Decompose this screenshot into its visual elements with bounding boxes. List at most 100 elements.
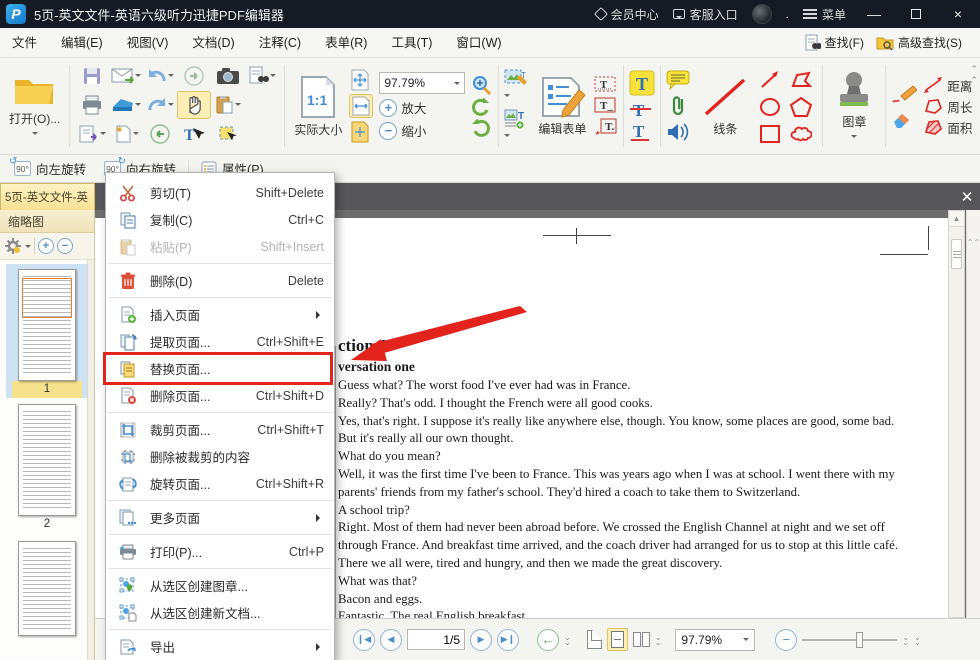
- rectangle-tool-button[interactable]: [756, 120, 784, 148]
- add-content-button[interactable]: T: [504, 109, 530, 143]
- previous-view-button[interactable]: [143, 120, 177, 148]
- view-history-caret-icon[interactable]: ⌄⌄: [564, 635, 571, 645]
- member-center-button[interactable]: 会员中心: [596, 6, 659, 23]
- line-tool-button[interactable]: 线条: [698, 75, 752, 138]
- single-page-mode-button[interactable]: [587, 630, 602, 649]
- context-item-crop-pages[interactable]: 裁剪页面... Ctrl+Shift+T: [106, 416, 334, 443]
- thumbnail-options-caret-icon[interactable]: [25, 245, 31, 251]
- previous-page-button[interactable]: ◀: [380, 629, 402, 651]
- context-item-create-document-from-selection[interactable]: 从选区创建新文档...: [106, 599, 334, 626]
- zoom-slider[interactable]: [802, 639, 897, 641]
- zoom-slider-thumb[interactable]: [856, 632, 863, 648]
- print-button[interactable]: [75, 91, 109, 119]
- select-text-button[interactable]: T: [177, 120, 211, 148]
- fit-page-button[interactable]: [349, 68, 373, 92]
- facing-page-mode-button[interactable]: [633, 632, 650, 647]
- cloud-tool-button[interactable]: [787, 120, 815, 148]
- snapshot-button[interactable]: [211, 62, 245, 90]
- fit-width-button[interactable]: [349, 94, 373, 118]
- actual-size-button[interactable]: 1:1 实际大小: [290, 74, 346, 139]
- thumbnail-page-1[interactable]: 1: [6, 264, 88, 398]
- polyline-tool-button[interactable]: [787, 66, 815, 94]
- page-mode-caret-icon[interactable]: ⌄⌄: [655, 635, 662, 645]
- context-item-delete-cropped-content[interactable]: 删除被裁剪的内容: [106, 443, 334, 470]
- context-item-replace-pages[interactable]: 替换页面...: [106, 355, 334, 382]
- maximize-button[interactable]: [902, 6, 930, 22]
- support-button[interactable]: 客服入口: [673, 6, 738, 23]
- fit-visible-button[interactable]: [349, 120, 373, 144]
- slider-zoom-out-button[interactable]: −: [775, 629, 797, 651]
- previous-view-button-status[interactable]: ←: [537, 629, 559, 651]
- marquee-zoom-button[interactable]: [471, 75, 493, 95]
- zoom-level-combo[interactable]: 97.79%: [379, 72, 465, 94]
- app-menu-button[interactable]: 菜单: [803, 6, 846, 23]
- underline-text-button[interactable]: T: [629, 122, 655, 142]
- highlight-text-button[interactable]: T: [629, 70, 655, 96]
- email-button[interactable]: [109, 62, 143, 90]
- menu-comment[interactable]: 注释(C): [247, 28, 313, 58]
- thumbnail-page-3[interactable]: [6, 541, 88, 636]
- status-caret-2-icon[interactable]: ⌄⌄: [914, 635, 921, 645]
- thumbnail-zoom-in-button[interactable]: +: [38, 238, 54, 254]
- audio-comment-button[interactable]: [666, 122, 692, 142]
- advanced-find-button[interactable]: 高级查找(S): [872, 32, 966, 53]
- menu-view[interactable]: 视图(V): [115, 28, 181, 58]
- menu-form[interactable]: 表单(R): [313, 28, 379, 58]
- context-item-print[interactable]: 打印(P)... Ctrl+P: [106, 538, 334, 565]
- next-page-button[interactable]: ▶: [470, 629, 492, 651]
- thumbnail-zoom-out-button[interactable]: −: [57, 238, 73, 254]
- paste-clipboard-button[interactable]: [211, 91, 245, 119]
- textbox-tool-button[interactable]: T: [594, 76, 618, 94]
- toolbar-collapse-icon[interactable]: ⌃⌃: [970, 64, 976, 86]
- scrollbar-thumb[interactable]: [951, 239, 962, 269]
- last-page-button[interactable]: ▶❙: [497, 629, 519, 651]
- attach-file-button[interactable]: [671, 95, 687, 117]
- new-document-button[interactable]: ✷: [109, 120, 143, 148]
- page-number-input[interactable]: [407, 629, 465, 650]
- document-scrollbar[interactable]: ▲: [948, 210, 965, 618]
- scan-button[interactable]: [109, 91, 143, 119]
- user-avatar[interactable]: [752, 4, 772, 24]
- status-zoom-combo[interactable]: 97.79%: [675, 629, 755, 651]
- search-document-button[interactable]: [245, 62, 279, 90]
- context-item-extract-pages[interactable]: 提取页面... Ctrl+Shift+E: [106, 328, 334, 355]
- context-item-create-stamp-from-selection[interactable]: 从选区创建图章...: [106, 572, 334, 599]
- select-annotation-button[interactable]: [211, 120, 245, 148]
- measure-area-button[interactable]: 面积: [923, 118, 972, 137]
- save-button[interactable]: [75, 62, 109, 90]
- menu-edit[interactable]: 编辑(E): [49, 28, 115, 58]
- thumbnail-page-2[interactable]: 2: [6, 404, 88, 533]
- pencil-tool-button[interactable]: [891, 84, 917, 104]
- context-item-copy[interactable]: 复制(C) Ctrl+C: [106, 206, 334, 233]
- edit-form-button[interactable]: 编辑表单: [534, 75, 590, 138]
- undo-button[interactable]: [143, 62, 177, 90]
- active-document-tab[interactable]: 5页-英文文件-英: [0, 183, 95, 210]
- context-item-insert-pages[interactable]: 插入页面: [106, 301, 334, 328]
- next-view-button[interactable]: [177, 62, 211, 90]
- minimize-button[interactable]: —: [860, 6, 888, 22]
- menu-tools[interactable]: 工具(T): [379, 28, 444, 58]
- menu-document[interactable]: 文档(D): [180, 28, 246, 58]
- hand-tool-button[interactable]: [177, 91, 211, 119]
- rotate-view-cw-button[interactable]: [471, 119, 493, 137]
- continuous-page-mode-button[interactable]: [607, 628, 628, 651]
- close-button[interactable]: ×: [944, 6, 972, 22]
- menu-window[interactable]: 窗口(W): [444, 28, 513, 58]
- first-page-button[interactable]: ❙◀: [353, 629, 375, 651]
- context-item-paste[interactable]: 粘贴(P) Shift+Insert: [106, 233, 334, 260]
- scroll-up-icon[interactable]: ▲: [949, 211, 964, 227]
- text-callout-tool-button[interactable]: T.: [594, 118, 618, 136]
- zoom-out-button[interactable]: −缩小: [379, 121, 465, 140]
- text-field-tool-button[interactable]: T_: [594, 97, 618, 115]
- right-panel-strip[interactable]: ⌃⌃: [966, 210, 980, 618]
- redo-button[interactable]: [143, 91, 177, 119]
- close-document-icon[interactable]: ✕: [954, 183, 980, 210]
- measure-distance-button[interactable]: 距离: [923, 76, 972, 95]
- zoom-in-button[interactable]: +放大: [379, 98, 465, 117]
- sticky-note-button[interactable]: [666, 70, 692, 90]
- rotate-view-ccw-button[interactable]: [471, 98, 493, 116]
- sidebar-scrollbar[interactable]: [87, 260, 94, 660]
- context-item-cut[interactable]: 剪切(T) Shift+Delete: [106, 179, 334, 206]
- export-document-button[interactable]: [75, 120, 109, 148]
- context-item-rotate-pages[interactable]: 旋转页面... Ctrl+Shift+R: [106, 470, 334, 497]
